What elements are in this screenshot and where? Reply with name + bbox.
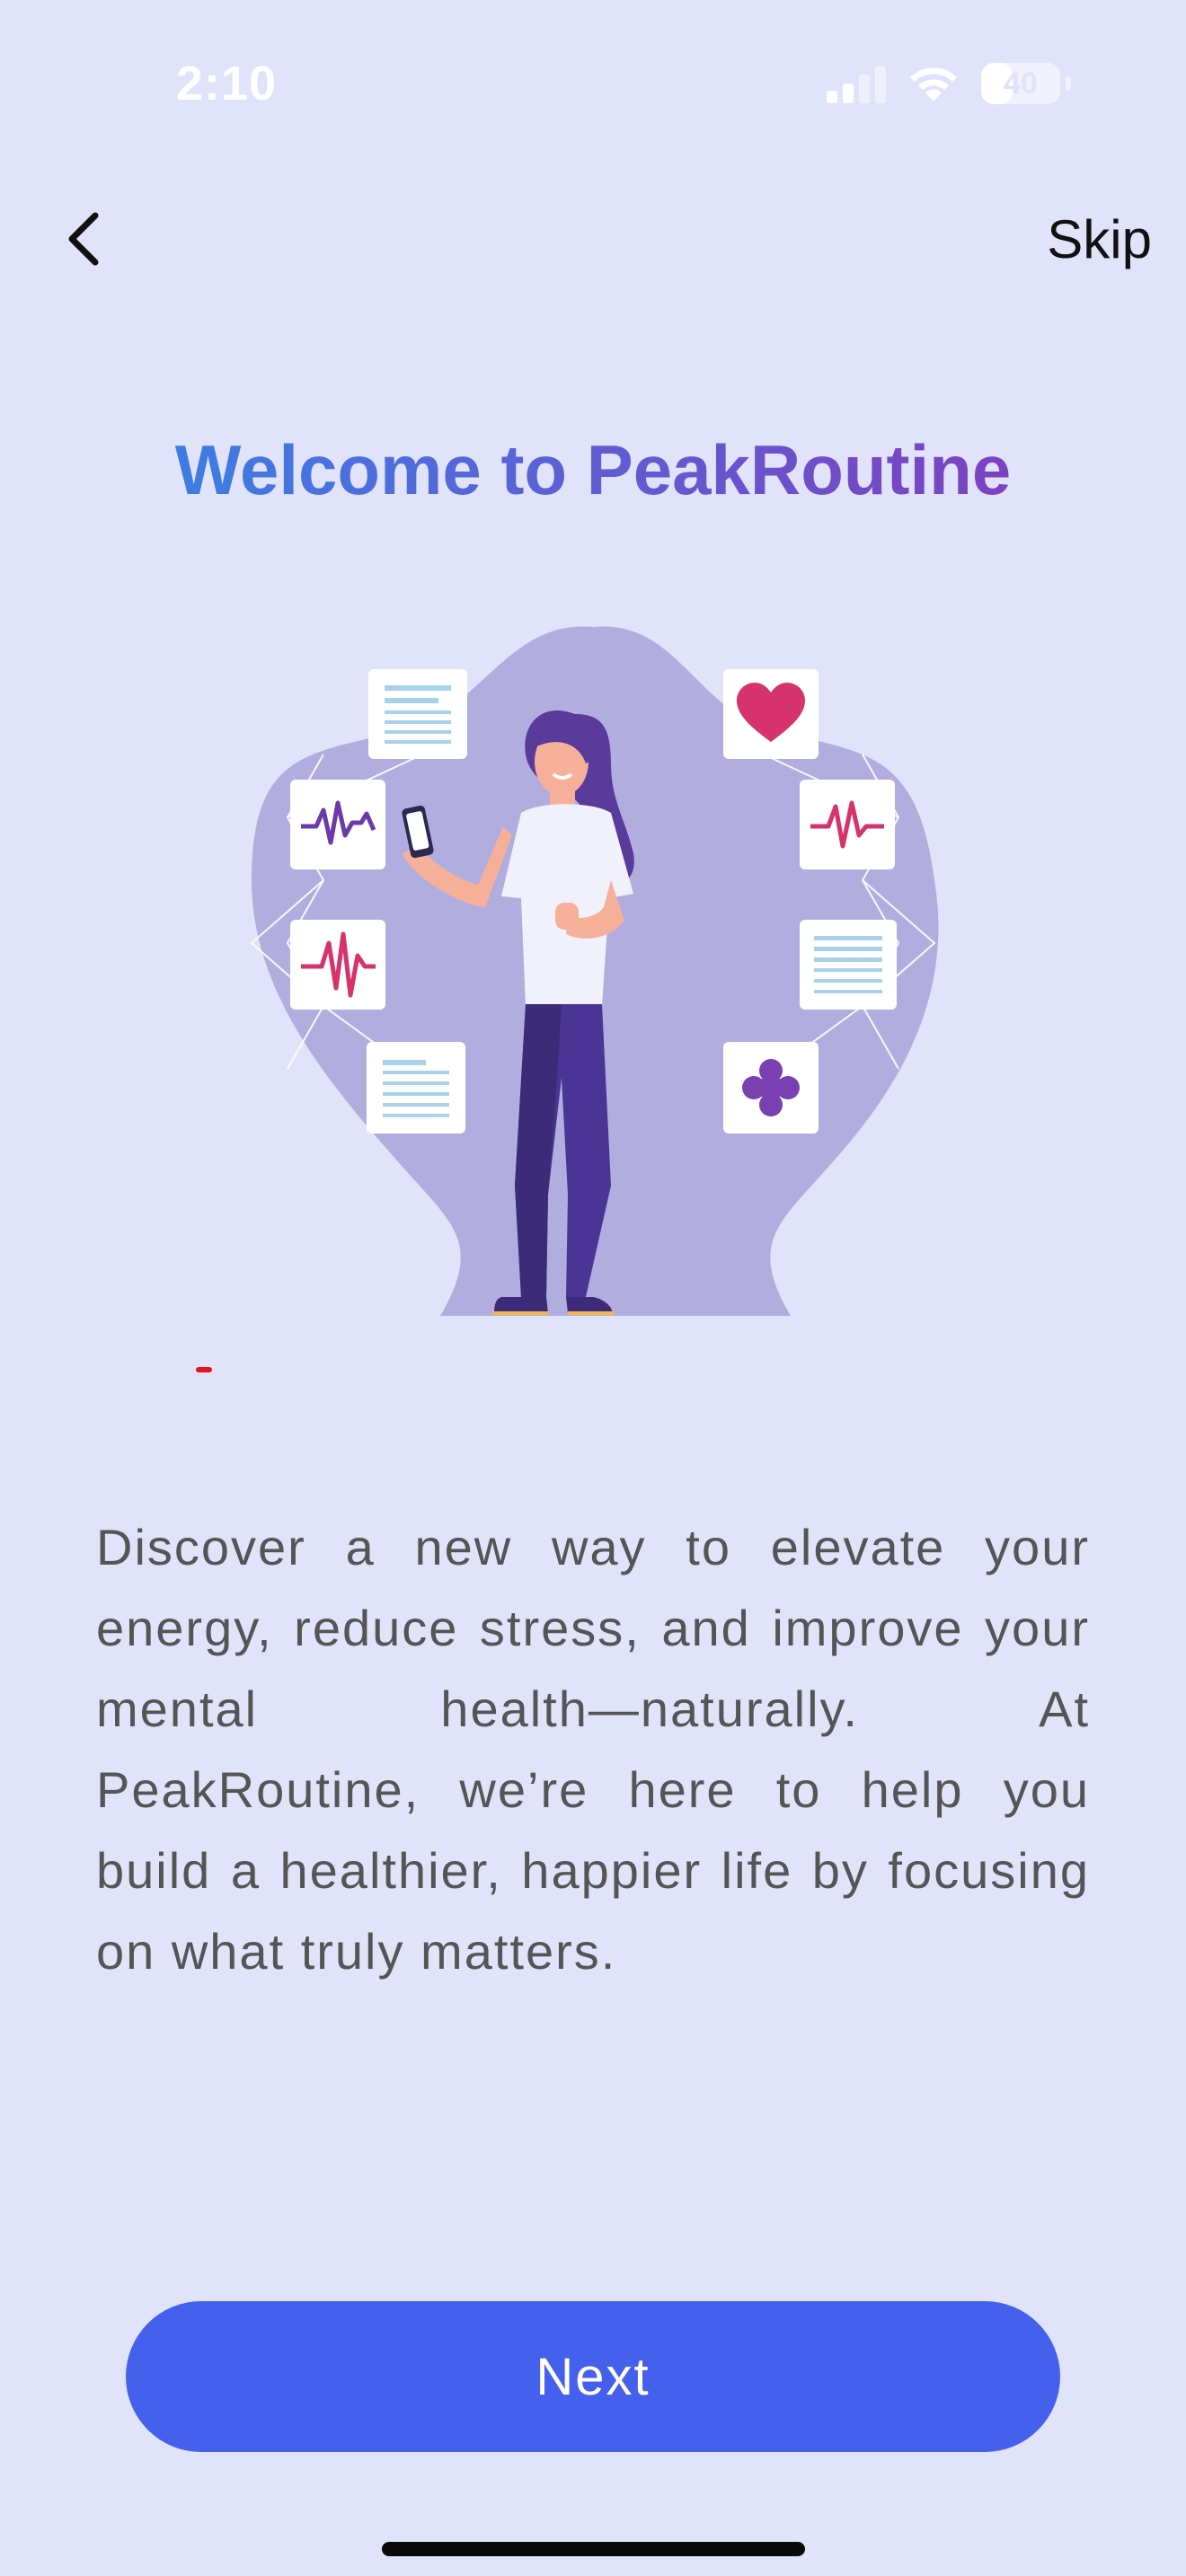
battery-percent: 40 <box>1004 66 1038 101</box>
pulse-icon <box>290 920 385 1010</box>
decorative-mark <box>196 1367 212 1372</box>
wellness-illustration <box>250 626 939 1316</box>
chevron-left-icon <box>68 212 99 266</box>
medical-cross-icon <box>723 1042 819 1134</box>
status-time: 2:10 <box>176 57 278 110</box>
back-button[interactable] <box>47 203 119 275</box>
document-icon <box>800 920 897 1010</box>
battery-icon: 40 <box>981 63 1060 104</box>
status-icons: 40 <box>827 63 1071 104</box>
battery-cap <box>1066 76 1071 91</box>
page-title: Welcome to PeakRoutine <box>0 429 1186 511</box>
pulse-icon <box>290 780 385 869</box>
wifi-icon <box>910 67 957 101</box>
cellular-signal-icon <box>827 64 886 103</box>
onboarding-screen: 2:10 40 Skip Welcome to PeakRoutine Disc… <box>0 0 1186 2576</box>
document-icon <box>367 1042 465 1134</box>
pulse-icon <box>800 780 895 869</box>
next-button[interactable]: Next <box>126 2301 1060 2452</box>
heart-icon <box>723 669 819 759</box>
home-indicator[interactable] <box>382 2542 805 2556</box>
onboarding-description: Discover a new way to elevate your energ… <box>96 1519 1090 1980</box>
document-icon <box>368 669 467 759</box>
skip-button[interactable]: Skip <box>1047 208 1152 270</box>
